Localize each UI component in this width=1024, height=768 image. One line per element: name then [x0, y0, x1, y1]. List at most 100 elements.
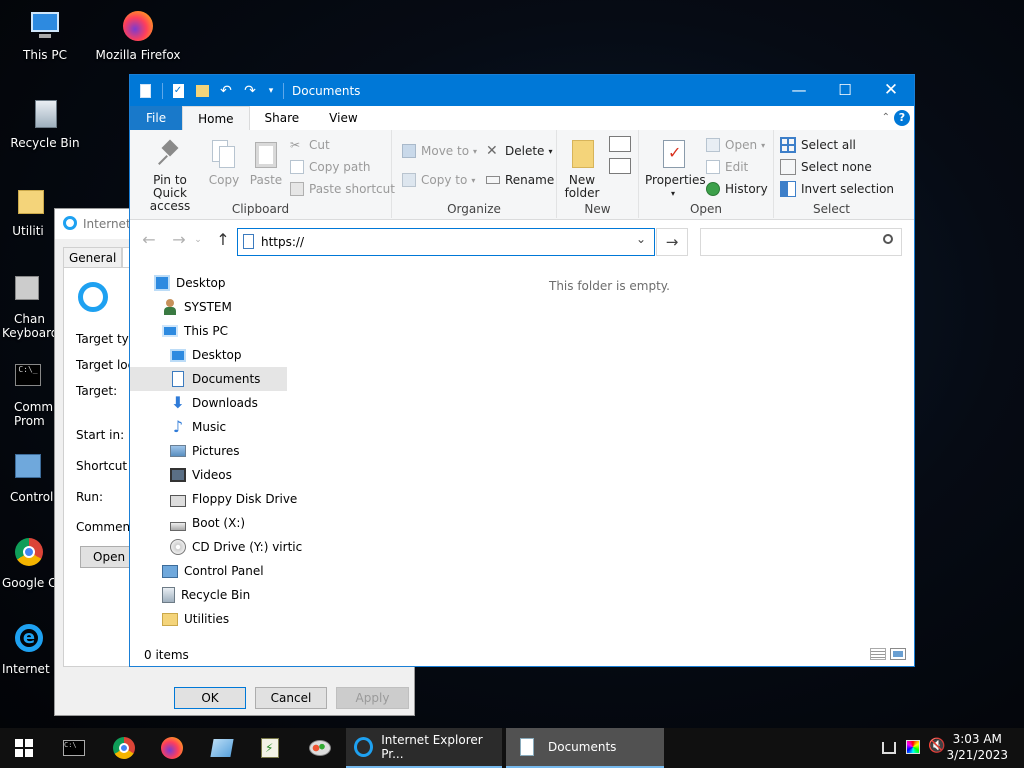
- tab-view[interactable]: View: [314, 106, 914, 130]
- cancel-button[interactable]: Cancel: [255, 687, 327, 709]
- desktop-icon-firefox[interactable]: Mozilla Firefox: [95, 8, 181, 62]
- copy-path-button[interactable]: Copy path: [290, 158, 371, 176]
- tab-file[interactable]: File: [130, 106, 183, 130]
- title-separator: [162, 82, 163, 99]
- properties-button[interactable]: ✓ Properties ▾: [645, 138, 706, 200]
- computer-icon: [27, 8, 63, 44]
- quick-access-dropdown-icon[interactable]: ▾: [265, 82, 277, 100]
- tab-general[interactable]: General: [63, 247, 123, 269]
- volume-muted-icon[interactable]: 🔇: [928, 738, 945, 754]
- close-button[interactable]: ✕: [868, 75, 914, 106]
- tree-item-boot-drive[interactable]: Boot (X:): [130, 511, 287, 535]
- tree-item-pictures[interactable]: Pictures: [130, 439, 287, 463]
- desktop-icon-label: Utiliti: [12, 224, 44, 238]
- new-item-icon[interactable]: [609, 136, 631, 152]
- address-dropdown-chevron-icon[interactable]: ⌄: [636, 232, 646, 246]
- ok-button[interactable]: OK: [174, 687, 246, 709]
- address-bar[interactable]: ⌄: [237, 228, 655, 256]
- maximize-button[interactable]: ☐: [822, 75, 868, 106]
- network-icon[interactable]: [882, 742, 896, 754]
- tree-item-desktop[interactable]: Desktop: [130, 271, 287, 295]
- system-clock[interactable]: 3:03 AM 3/21/2023: [946, 731, 1008, 763]
- tree-item-documents[interactable]: Documents: [130, 367, 287, 391]
- desktop-icon-chrome[interactable]: Google C: [0, 536, 58, 590]
- desktop-icon-control-panel[interactable]: Control: [0, 450, 58, 504]
- history-button[interactable]: History: [706, 180, 768, 198]
- select-all-icon: [780, 137, 796, 153]
- copy-button[interactable]: Copy: [206, 138, 242, 187]
- details-view-icon[interactable]: [870, 648, 886, 660]
- group-label: Open: [689, 202, 723, 216]
- delete-button[interactable]: ✕ Delete ▾: [486, 142, 552, 160]
- title-bar[interactable]: ✓ ↶ ↷ ▾ Documents — ☐ ✕: [130, 75, 914, 106]
- back-arrow-icon[interactable]: ←: [138, 229, 160, 251]
- color-display-icon[interactable]: [906, 740, 920, 754]
- tree-item-this-pc[interactable]: This PC: [130, 319, 287, 343]
- tree-item-floppy[interactable]: Floppy Disk Drive: [130, 487, 297, 511]
- clock-date: 3/21/2023: [946, 748, 1008, 762]
- taskbar-chrome[interactable]: [100, 728, 148, 768]
- paste-button[interactable]: Paste: [248, 138, 284, 187]
- start-button[interactable]: [0, 728, 48, 768]
- move-to-button[interactable]: Move to ▾: [402, 142, 477, 160]
- tree-item-utilities[interactable]: Utilities: [130, 607, 287, 631]
- group-label: Clipboard: [231, 202, 290, 216]
- tree-item-label: Videos: [192, 468, 232, 482]
- new-group: New folder New: [557, 130, 639, 218]
- search-box[interactable]: [700, 228, 902, 256]
- up-arrow-icon[interactable]: ↑: [212, 229, 234, 251]
- taskbar-window-documents[interactable]: Documents: [506, 728, 664, 768]
- tree-item-cd-drive[interactable]: CD Drive (Y:) virtic: [130, 535, 302, 559]
- copy-icon: [208, 138, 240, 170]
- tab-share[interactable]: Share: [249, 106, 315, 130]
- undo-icon[interactable]: ↶: [217, 82, 235, 100]
- help-icon[interactable]: ?: [894, 110, 910, 126]
- address-input[interactable]: [261, 233, 631, 251]
- tree-item-videos[interactable]: Videos: [130, 463, 287, 487]
- taskbar-firefox[interactable]: [148, 728, 196, 768]
- desktop-icon-keyboard[interactable]: Chan Keyboard: [0, 272, 58, 340]
- tree-item-recycle-bin[interactable]: Recycle Bin: [130, 583, 287, 607]
- taskbar-command-prompt[interactable]: C:\: [50, 728, 98, 768]
- desktop-icon-command-prompt[interactable]: C:\_ Comm Prom: [0, 360, 58, 428]
- edit-button[interactable]: Edit: [706, 158, 748, 176]
- select-all-button[interactable]: Select all: [780, 136, 856, 154]
- invert-selection-button[interactable]: Invert selection: [780, 180, 894, 198]
- tree-item-downloads[interactable]: ⬇ Downloads: [130, 391, 287, 415]
- tree-item-system[interactable]: SYSTEM: [130, 295, 287, 319]
- desktop-icon-utilities[interactable]: Utiliti: [0, 184, 58, 238]
- desktop-icon-internet-explorer[interactable]: e Internet E: [0, 622, 61, 676]
- search-icon[interactable]: [883, 234, 893, 244]
- open-button[interactable]: Open ▾: [706, 136, 765, 154]
- tab-home[interactable]: Home: [182, 106, 250, 130]
- paste-shortcut-button[interactable]: Paste shortcut: [290, 180, 395, 198]
- taskbar-chart-app[interactable]: ⚡: [246, 728, 294, 768]
- tree-item-desktop-pc[interactable]: Desktop: [130, 343, 287, 367]
- select-none-button[interactable]: Select none: [780, 158, 872, 176]
- document-icon: [136, 82, 154, 100]
- copy-to-button[interactable]: Copy to ▾: [402, 171, 475, 189]
- easy-access-icon[interactable]: [609, 158, 631, 174]
- properties-check-icon[interactable]: ✓: [169, 82, 187, 100]
- forward-arrow-icon[interactable]: →: [168, 229, 190, 251]
- recent-locations-chevron-icon[interactable]: ⌄: [192, 229, 204, 251]
- tree-item-label: Recycle Bin: [181, 588, 251, 602]
- new-folder-button[interactable]: New folder: [563, 138, 601, 200]
- chevron-up-icon[interactable]: ⌃: [882, 112, 890, 123]
- taskbar-window-internet-explorer[interactable]: Internet Explorer Pr...: [346, 728, 502, 768]
- minimize-button[interactable]: —: [776, 75, 822, 106]
- large-icons-view-icon[interactable]: [890, 648, 906, 660]
- apply-button[interactable]: Apply: [336, 687, 409, 709]
- rename-button[interactable]: Rename: [486, 171, 554, 189]
- tree-item-music[interactable]: ♪ Music: [130, 415, 287, 439]
- taskbar-paint-app[interactable]: [296, 728, 344, 768]
- redo-icon[interactable]: ↷: [241, 82, 259, 100]
- tree-item-control-panel[interactable]: Control Panel: [130, 559, 287, 583]
- new-folder-quick-icon[interactable]: [193, 82, 211, 100]
- taskbar-app-blue[interactable]: [198, 728, 246, 768]
- go-arrow-button[interactable]: →: [656, 228, 688, 256]
- desktop-icon-recycle-bin[interactable]: Recycle Bin: [2, 96, 88, 150]
- desktop-icon-this-pc[interactable]: This PC: [2, 8, 88, 62]
- search-input[interactable]: [707, 233, 877, 251]
- cut-button[interactable]: ✂ Cut: [290, 136, 330, 154]
